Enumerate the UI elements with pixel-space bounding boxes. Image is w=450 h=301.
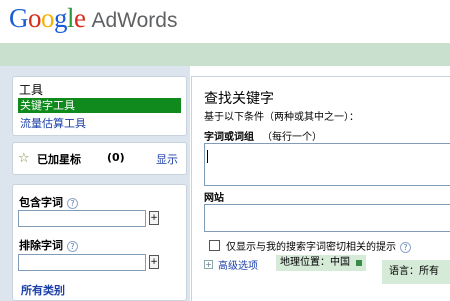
google-adwords-logo[interactable]: Google AdWords (9, 3, 177, 33)
text-cursor (207, 150, 208, 163)
advanced-options-label: 高级选项 (218, 261, 258, 272)
exclude-terms-input[interactable] (18, 254, 146, 271)
exclude-terms-label: 排除字词? (19, 237, 78, 253)
location-filter-label: 地理位置：中国 (280, 257, 350, 268)
criteria-subtitle: 基于以下条件（两种或其中之一）： (204, 112, 359, 123)
sidebar-item-keyword-tool[interactable]: 关键字工具 (18, 98, 181, 113)
help-icon[interactable]: ? (67, 240, 78, 252)
google-wordmark: Google (9, 3, 86, 33)
all-categories-link[interactable]: 所有类别 (21, 282, 65, 298)
header-green-band (0, 43, 450, 66)
website-label: 网站 (204, 193, 224, 204)
help-icon[interactable]: ? (67, 197, 78, 209)
include-add-button[interactable]: + (149, 211, 159, 225)
exclude-add-button[interactable]: + (149, 255, 159, 269)
include-terms-label: 包含字词? (19, 194, 78, 210)
tools-panel: 工具 关键字工具 流量估算工具 (12, 76, 187, 136)
tools-title: 工具 (19, 83, 44, 97)
expand-icon: + (204, 260, 213, 269)
find-keywords-panel: 查找关键字 基于以下条件（两种或其中之一）： 字词或词组 （每行一个） 网站 仅显… (191, 76, 450, 301)
include-terms-input[interactable] (18, 210, 146, 227)
filter-panel: 包含字词? + 排除字词? + 所有类别 (12, 184, 187, 301)
location-filter-tag[interactable]: 地理位置：中国 (276, 255, 366, 271)
language-filter-tag[interactable]: 语言：所有 (382, 260, 450, 284)
words-or-phrases-label: 字词或词组 （每行一个） (204, 132, 322, 143)
words-hint: （每行一个） (262, 132, 322, 143)
help-icon[interactable]: ? (400, 241, 411, 253)
star-icon: ☆ (18, 151, 30, 166)
closely-related-label: 仅显示与我的搜索字词密切相关的提示? (226, 238, 411, 253)
show-starred-link[interactable]: 显示 (156, 151, 178, 167)
sidebar-item-traffic-estimator[interactable]: 流量估算工具 (20, 115, 86, 131)
advanced-options-toggle[interactable]: + 高级选项 (204, 257, 258, 272)
sidebar: 工具 关键字工具 流量估算工具 ☆ 已加星标 (0) 显示 包含字词? + 排除… (0, 66, 190, 301)
closely-related-checkbox[interactable] (209, 240, 220, 251)
website-input[interactable] (204, 204, 450, 232)
words-or-phrases-textarea[interactable] (204, 143, 450, 186)
starred-count: (0) (107, 151, 125, 164)
starred-panel: ☆ 已加星标 (0) 显示 (12, 142, 187, 175)
header: Google AdWords (0, 0, 450, 38)
adwords-wordmark: AdWords (91, 9, 178, 32)
starred-label: 已加星标 (37, 153, 81, 166)
page-title: 查找关键字 (204, 91, 274, 107)
remove-icon[interactable] (356, 260, 362, 266)
